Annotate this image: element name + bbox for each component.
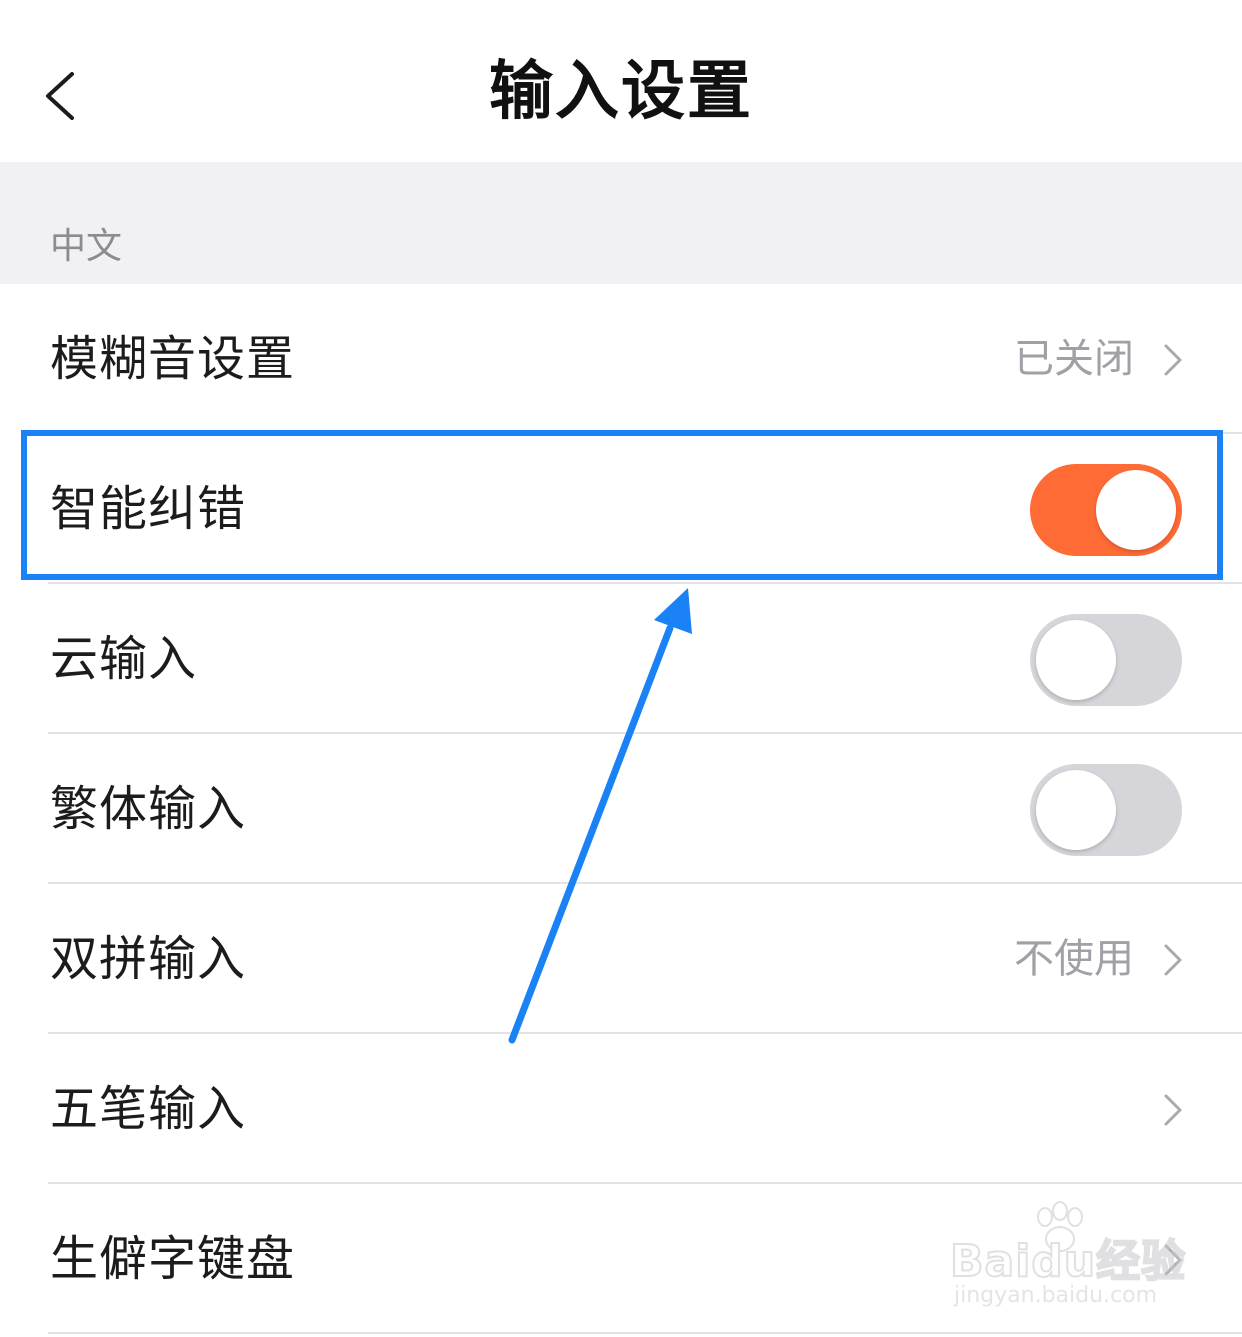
row-rare-char-keyboard[interactable]: 生僻字键盘 [0,1184,1242,1334]
traditional-input-toggle[interactable] [1030,764,1182,856]
section-header [0,162,1242,284]
chevron-right-icon [1158,1090,1188,1130]
cloud-input-toggle[interactable] [1030,614,1182,706]
row-traditional-input: 繁体输入 [0,734,1242,884]
divider [48,1332,1242,1334]
row-value: 不使用 [1014,936,1134,982]
nav-header: 输入设置 [0,0,1242,162]
row-smart-correction: 智能纠错 [0,434,1242,584]
row-fuzzy-pinyin[interactable]: 模糊音设置 已关闭 [0,284,1242,434]
row-label: 五笔输入 [50,1081,247,1137]
toggle-knob [1036,770,1116,850]
page-title: 输入设置 [489,55,753,129]
section-title: 中文 [50,226,123,267]
chevron-right-icon [1158,1240,1188,1280]
chevron-right-icon [1158,940,1188,980]
chevron-right-icon [1158,340,1188,380]
toggle-knob [1036,620,1116,700]
row-label: 繁体输入 [50,781,247,837]
row-label: 云输入 [50,631,198,687]
row-cloud-input: 云输入 [0,584,1242,734]
row-shuangpin-input[interactable]: 双拼输入 不使用 [0,884,1242,1034]
row-label: 生僻字键盘 [50,1231,296,1287]
toggle-knob [1096,470,1176,550]
row-wubi-input[interactable]: 五笔输入 [0,1034,1242,1184]
row-label: 智能纠错 [50,481,247,537]
row-label: 双拼输入 [50,931,247,987]
row-label: 模糊音设置 [50,331,296,387]
row-value: 已关闭 [1014,336,1134,382]
smart-correction-toggle[interactable] [1030,464,1182,556]
settings-page: 输入设置 中文 模糊音设置 已关闭 智能纠错 云输入 繁体输入 双拼输入 不使用… [0,0,1242,1337]
